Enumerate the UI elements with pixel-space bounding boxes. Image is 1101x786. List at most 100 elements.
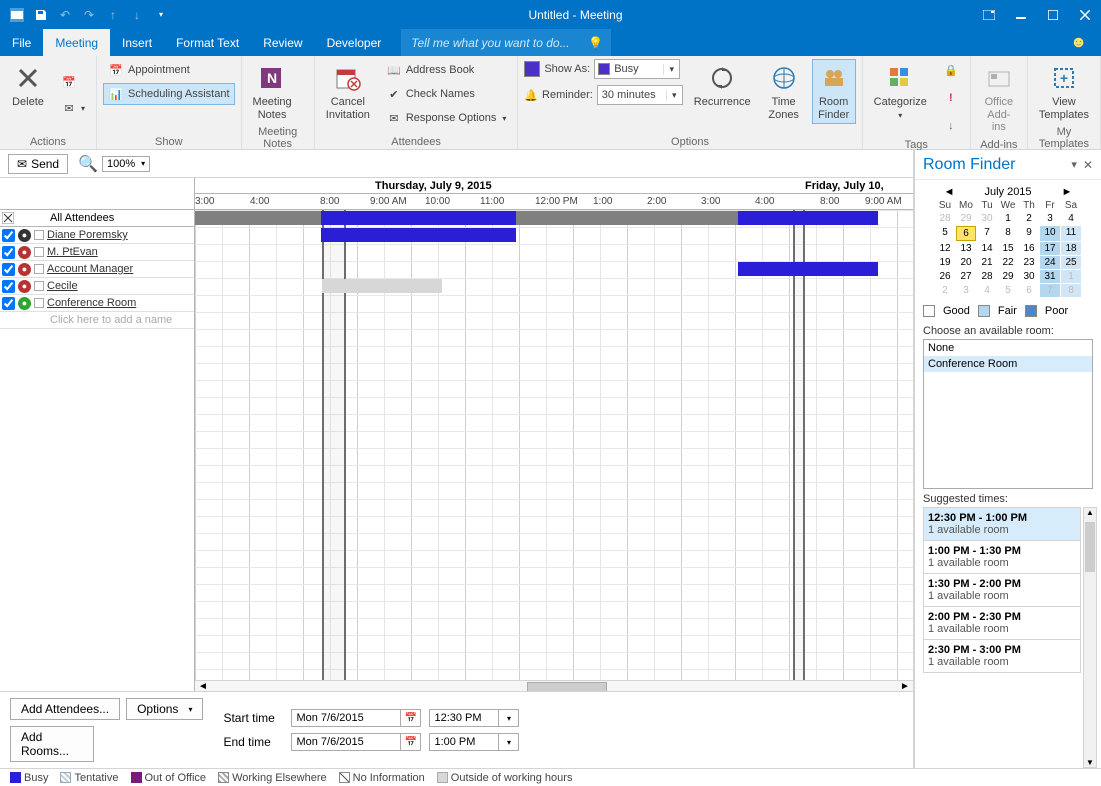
scheduling-assistant-button[interactable]: 📊Scheduling Assistant [103,83,235,105]
calendar-day[interactable]: 2 [935,284,955,297]
calendar-day[interactable]: 29 [998,270,1018,283]
attendee-row[interactable]: ● M. PtEvan [0,244,194,261]
calendar-day[interactable]: 30 [977,212,997,225]
chevron-down-icon[interactable]: ▾ [499,733,519,751]
calendar-day[interactable]: 30 [1019,270,1039,283]
feedback-icon[interactable]: ☻ [1056,29,1101,56]
calendar-day[interactable]: 28 [977,270,997,283]
reminder-combo[interactable]: 30 minutes ▾ [597,85,683,105]
prev-month-icon[interactable]: ◄ [944,186,955,198]
calendar-day[interactable]: 1 [998,212,1018,225]
selected-time-region-2[interactable] [793,210,805,680]
start-date-picker[interactable]: 📅 [291,709,421,727]
private-button[interactable]: 🔒 [938,59,964,81]
scroll-thumb[interactable] [1085,522,1095,572]
calendar-day[interactable]: 8 [998,226,1018,241]
app-icon[interactable] [6,4,28,26]
check-names-button[interactable]: ✔Check Names [381,83,512,105]
tab-review[interactable]: Review [251,29,314,56]
add-attendees-button[interactable]: Add Attendees... [10,698,120,720]
attendee-row[interactable]: ● Cecile [0,278,194,295]
undo-icon[interactable]: ↶ [54,4,76,26]
calendar-day[interactable]: 26 [935,270,955,283]
response-options-button[interactable]: ✉Response Options▾ [381,107,512,129]
calendar-day[interactable]: 29 [956,212,976,225]
room-finder-button[interactable]: Room Finder [812,59,856,124]
suggested-time-item[interactable]: 2:30 PM - 3:00 PM1 available room [923,639,1081,673]
start-time-picker[interactable]: ▾ [429,709,519,727]
qat-more-icon[interactable]: ▾ [150,4,172,26]
attendee-checkbox[interactable] [2,229,15,242]
attendee-row[interactable]: ● Conference Room [0,295,194,312]
calendar-day[interactable]: 3 [956,284,976,297]
copy-to-calendar-button[interactable]: 📅 [56,71,90,93]
calendar-day[interactable]: 20 [956,256,976,269]
end-time-picker[interactable]: ▾ [429,733,519,751]
calendar-day[interactable]: 31 [1040,270,1060,283]
calendar-day[interactable]: 16 [1019,242,1039,255]
forward-button[interactable]: ✉▾ [56,97,90,119]
calendar-day[interactable]: 2 [1019,212,1039,225]
meeting-notes-button[interactable]: N Meeting Notes [248,59,297,124]
calendar-day[interactable]: 7 [1040,284,1060,297]
address-book-button[interactable]: 📖Address Book [381,59,512,81]
add-attendee-row[interactable]: Click here to add a name [0,312,194,329]
prev-icon[interactable]: ↑ [102,4,124,26]
calendar-day[interactable]: 7 [977,226,997,241]
calendar-day[interactable]: 4 [977,284,997,297]
categorize-button[interactable]: Categorize ▾ [869,59,932,123]
close-pane-icon[interactable]: ✕ [1083,158,1093,172]
suggested-list[interactable]: 12:30 PM - 1:00 PM1 available room1:00 P… [923,507,1081,768]
attendee-checkbox[interactable] [2,297,15,310]
calendar-day[interactable]: 24 [1040,256,1060,269]
add-rooms-button[interactable]: Add Rooms... [10,726,94,762]
low-importance-button[interactable]: ↓ [938,115,964,137]
cancel-invitation-button[interactable]: Cancel Invitation [321,59,375,124]
tab-format-text[interactable]: Format Text [164,29,251,56]
close-icon[interactable] [1069,0,1101,29]
calendar-day[interactable]: 22 [998,256,1018,269]
calendar-day[interactable]: 19 [935,256,955,269]
tab-insert[interactable]: Insert [110,29,164,56]
calendar-day[interactable]: 8 [1061,284,1081,297]
end-date-input[interactable] [291,733,401,751]
calendar-day[interactable]: 23 [1019,256,1039,269]
tab-meeting[interactable]: Meeting [43,29,110,56]
start-time-input[interactable] [429,709,499,727]
scroll-right-icon[interactable]: ► [897,681,913,691]
attendee-checkbox[interactable] [2,280,15,293]
recurrence-button[interactable]: Recurrence [689,59,756,112]
high-importance-button[interactable]: ! [938,87,964,109]
calendar-day[interactable]: 28 [935,212,955,225]
horizontal-scrollbar[interactable]: ◄ ► [195,680,913,691]
calendar-day[interactable]: 6 [1019,284,1039,297]
calendar-day[interactable]: 15 [998,242,1018,255]
calendar-day[interactable]: 11 [1061,226,1081,241]
save-icon[interactable] [30,4,52,26]
calendar-day[interactable]: 25 [1061,256,1081,269]
room-item[interactable]: Conference Room [924,356,1092,372]
calendar-day[interactable]: 13 [956,242,976,255]
scroll-thumb[interactable] [527,682,607,691]
calendar-day[interactable]: 4 [1061,212,1081,225]
next-icon[interactable]: ↓ [126,4,148,26]
tell-me-search[interactable]: Tell me what you want to do... 💡 [401,29,611,56]
calendar-day[interactable]: 21 [977,256,997,269]
minimize-icon[interactable] [1005,0,1037,29]
tab-file[interactable]: File [0,29,43,56]
calendar-day[interactable]: 5 [935,226,955,241]
attendee-checkbox[interactable] [2,246,15,259]
send-button[interactable]: ✉Send [8,154,68,174]
office-addins-button[interactable]: Office Add-ins [977,59,1021,137]
end-date-picker[interactable]: 📅 [291,733,421,751]
room-item[interactable]: None [924,340,1092,356]
attendee-row[interactable]: ● Account Manager [0,261,194,278]
pin-icon[interactable]: ▾ [1071,158,1077,171]
calendar-day[interactable]: 18 [1061,242,1081,255]
calendar-day[interactable]: 12 [935,242,955,255]
calendar-picker-icon[interactable]: 📅 [401,733,421,751]
chevron-down-icon[interactable]: ▾ [499,709,519,727]
attendee-checkbox[interactable] [2,263,15,276]
time-zones-button[interactable]: Time Zones [762,59,806,124]
calendar-day[interactable]: 5 [998,284,1018,297]
